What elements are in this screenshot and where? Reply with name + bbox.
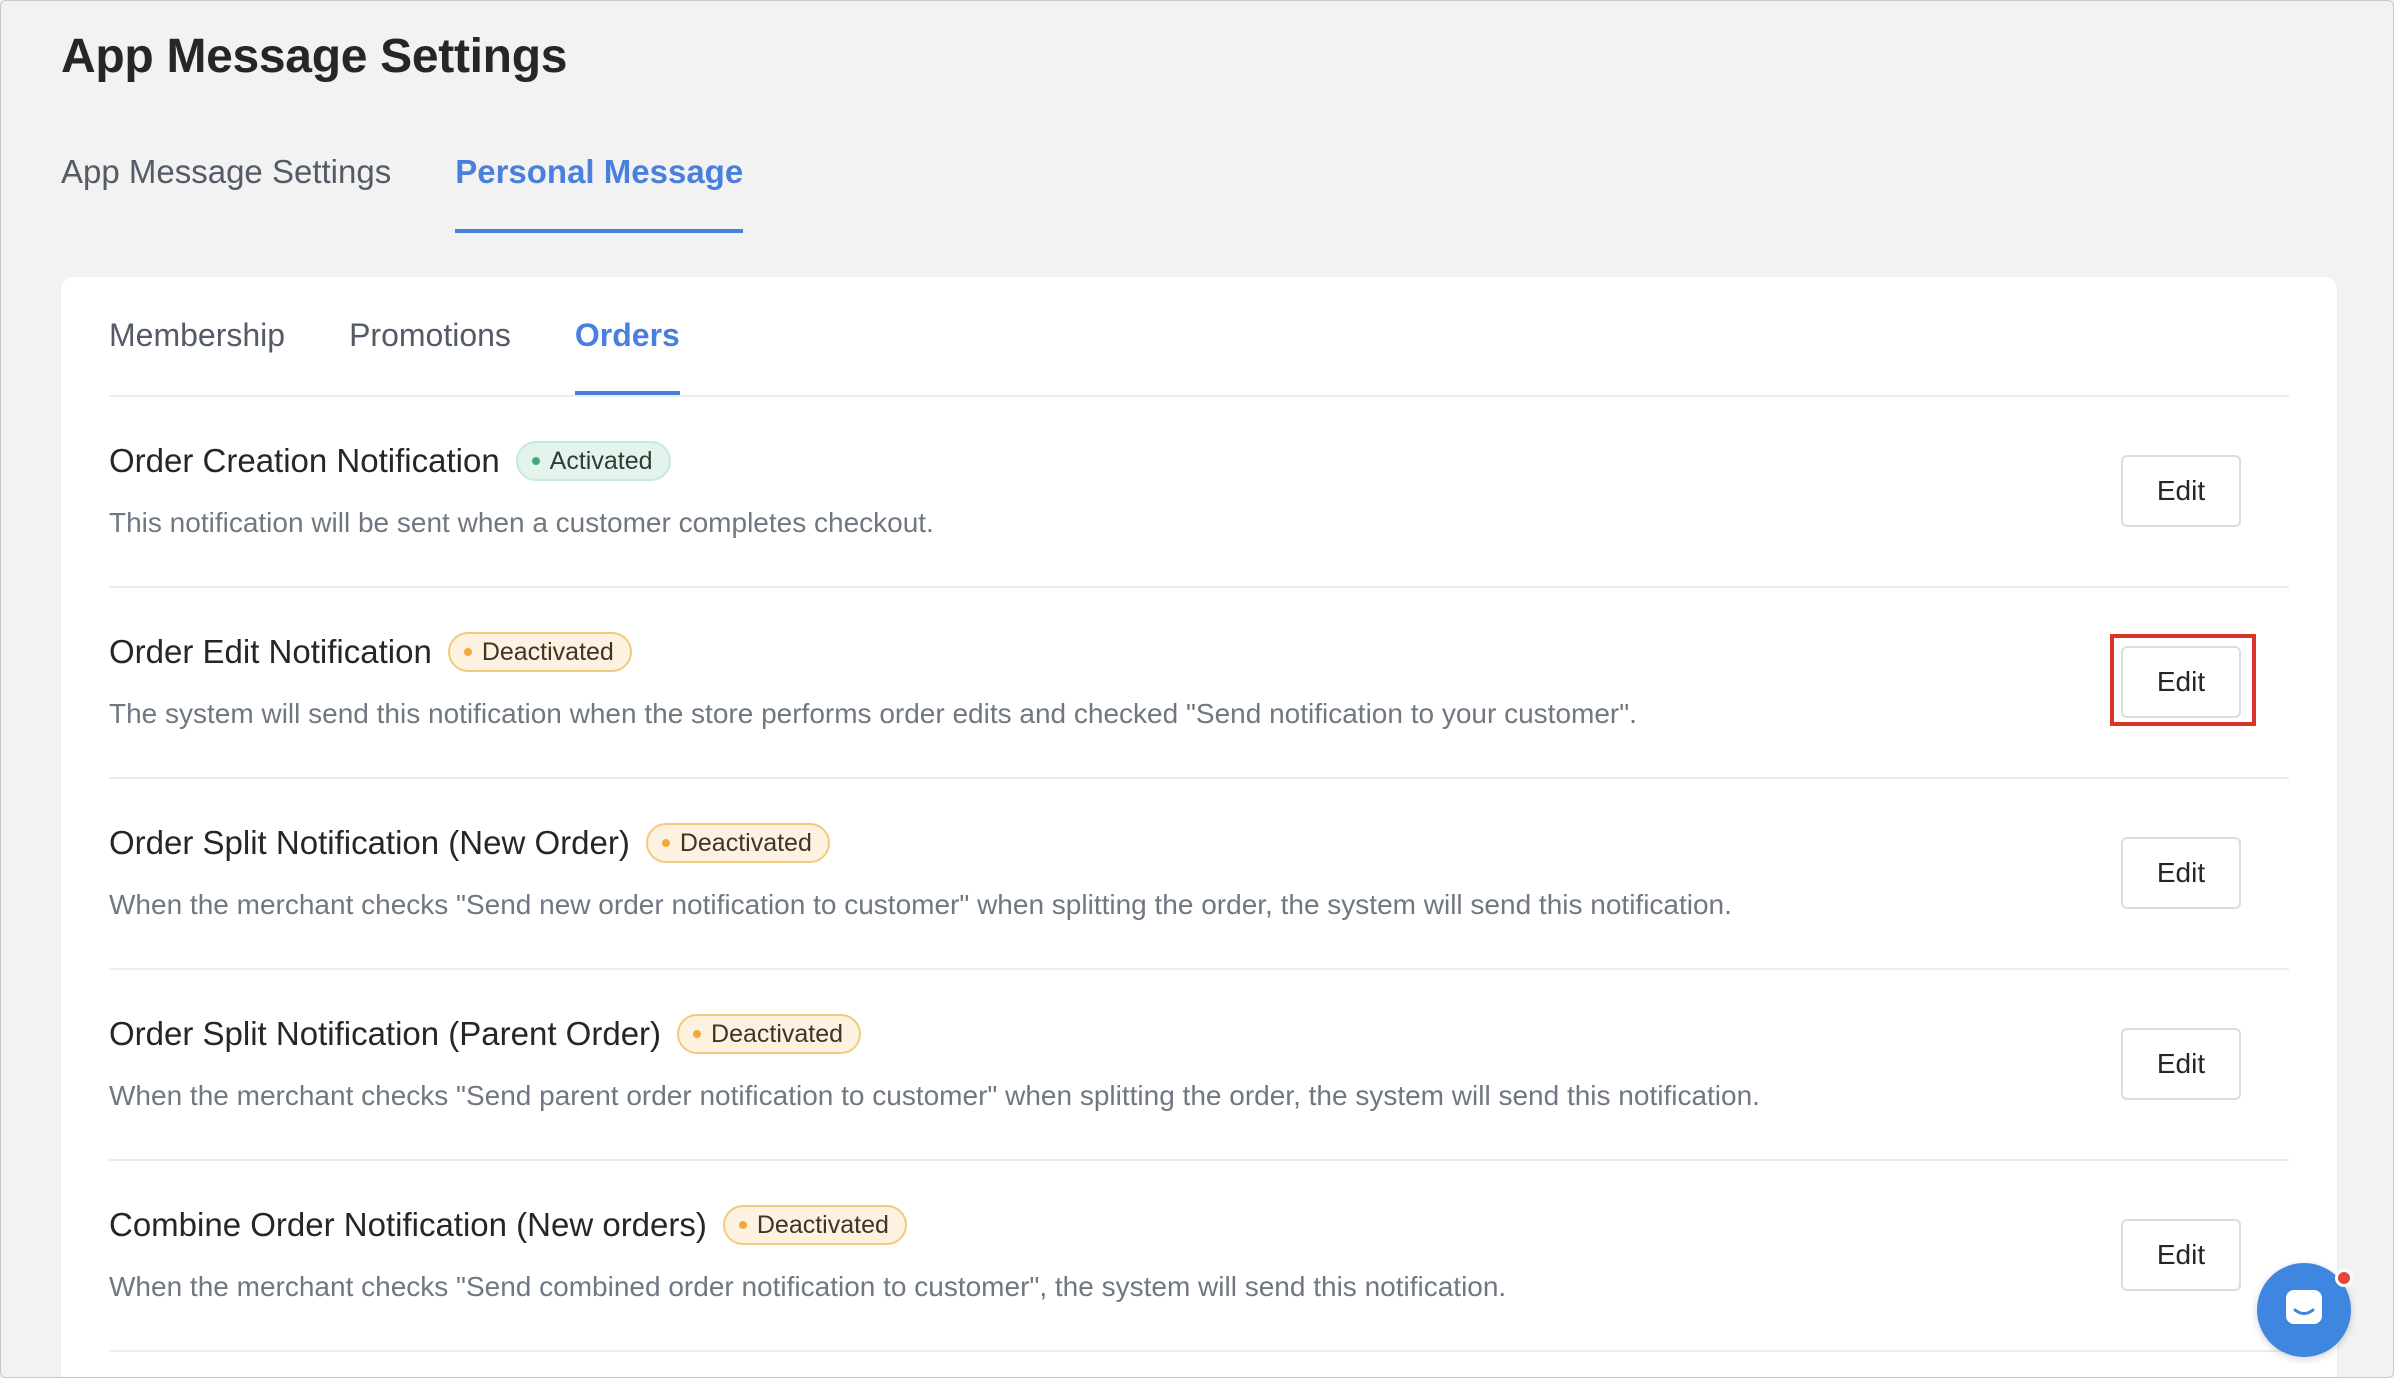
tab-personal-message[interactable]: Personal Message: [455, 153, 744, 233]
notification-title: Order Creation Notification: [109, 442, 500, 479]
notification-dot-icon: [2335, 1269, 2353, 1287]
status-badge: Deactivated: [447, 632, 632, 672]
status-badge: Activated: [515, 441, 671, 481]
notification-description: The system will send this notification w…: [109, 698, 1637, 729]
status-badge-label: Activated: [549, 446, 653, 475]
status-badge-label: Deactivated: [756, 1210, 889, 1239]
status-dot-icon: [531, 457, 540, 465]
notification-description: When the merchant checks "Send combined …: [109, 1271, 1507, 1302]
edit-button[interactable]: Edit: [2121, 1219, 2241, 1291]
status-dot-icon: [463, 648, 472, 656]
tab-app-message-settings[interactable]: App Message Settings: [61, 153, 391, 233]
top-tabs: App Message Settings Personal Message: [61, 153, 744, 233]
status-badge: Deactivated: [722, 1205, 907, 1245]
page-title: App Message Settings: [61, 30, 568, 83]
notification-row: Order Split Notification (New Order) Dea…: [109, 779, 2289, 970]
edit-button[interactable]: Edit: [2121, 837, 2241, 909]
settings-card: Membership Promotions Orders Order Creat…: [61, 277, 2337, 1377]
notification-description: This notification will be sent when a cu…: [109, 507, 934, 538]
notification-row: Order Creation Notification Activated Th…: [109, 397, 2289, 588]
status-dot-icon: [693, 1030, 702, 1038]
notification-title: Combine Order Notification (New orders): [109, 1206, 707, 1243]
status-badge: Deactivated: [645, 823, 830, 863]
edit-button[interactable]: Edit: [2121, 1028, 2241, 1100]
status-dot-icon: [661, 839, 670, 847]
edit-button[interactable]: Edit: [2121, 455, 2241, 527]
notification-description: When the merchant checks "Send new order…: [109, 889, 1732, 920]
status-badge-label: Deactivated: [679, 828, 812, 857]
notification-row: Combine Order Notification (New orders) …: [109, 1161, 2289, 1352]
notification-title: Order Split Notification (New Order): [109, 824, 630, 861]
tab-orders[interactable]: Orders: [574, 277, 680, 395]
sub-tabs: Membership Promotions Orders: [109, 277, 2289, 397]
notification-title: Order Split Notification (Parent Order): [109, 1015, 662, 1052]
chat-bubble-icon: [2282, 1286, 2326, 1335]
status-dot-icon: [738, 1221, 747, 1229]
notification-list: Order Creation Notification Activated Th…: [109, 397, 2289, 1352]
tab-promotions[interactable]: Promotions: [349, 277, 511, 395]
status-badge-label: Deactivated: [481, 637, 614, 666]
notification-row: Order Edit Notification Deactivated The …: [109, 588, 2289, 779]
notification-description: When the merchant checks "Send parent or…: [109, 1080, 1760, 1111]
status-badge-label: Deactivated: [711, 1019, 844, 1048]
tab-membership[interactable]: Membership: [109, 277, 285, 395]
status-badge: Deactivated: [677, 1014, 862, 1054]
notification-title: Order Edit Notification: [109, 633, 432, 670]
app-window: App Message Settings App Message Setting…: [0, 0, 2394, 1378]
notification-row: Order Split Notification (Parent Order) …: [109, 970, 2289, 1161]
edit-button[interactable]: Edit: [2121, 646, 2241, 718]
